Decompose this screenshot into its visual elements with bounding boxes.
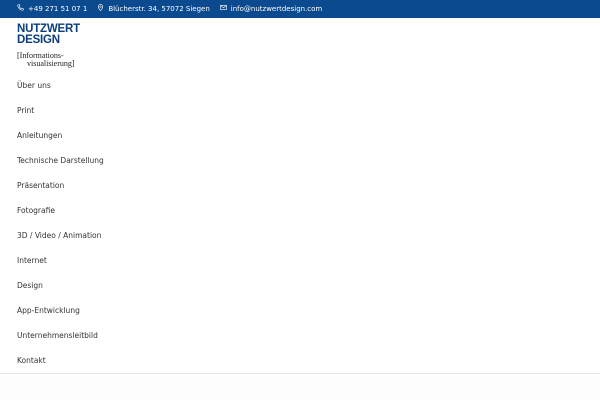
email-contact[interactable]: info@nutzwertdesign.com xyxy=(220,0,322,18)
main-navigation-menu: Über uns Print Anleitungen Technische Da… xyxy=(0,73,600,373)
mail-icon xyxy=(220,0,231,18)
menu-item-3d-video-animation[interactable]: 3D / Video / Animation xyxy=(0,223,600,248)
phone-number: +49 271 51 07 1 xyxy=(28,5,88,13)
top-contact-bar: +49 271 51 07 1 Blücherstr. 34, 57072 Si… xyxy=(0,0,600,18)
menu-item-kontakt[interactable]: Kontakt xyxy=(0,348,600,373)
menu-item-unternehmensleitbild[interactable]: Unternehmensleitbild xyxy=(0,323,600,348)
site-logo[interactable]: NUTZWERT DESIGN [Informations- visualisi… xyxy=(17,23,87,68)
menu-item-internet[interactable]: Internet xyxy=(0,248,600,273)
phone-icon xyxy=(17,0,28,18)
menu-item-technische-darstellung[interactable]: Technische Darstellung xyxy=(0,148,600,173)
menu-item-print[interactable]: Print xyxy=(0,98,600,123)
menu-item-design[interactable]: Design xyxy=(0,273,600,298)
logo-line-2: DESIGN xyxy=(17,34,60,46)
address-contact[interactable]: Blücherstr. 34, 57072 Siegen xyxy=(97,0,210,18)
menu-item-fotografie[interactable]: Fotografie xyxy=(0,198,600,223)
map-pin-icon xyxy=(97,0,108,18)
logo-subtitle-line-2: visualisierung] xyxy=(27,59,75,68)
menu-item-anleitungen[interactable]: Anleitungen xyxy=(0,123,600,148)
menu-item-app-entwicklung[interactable]: App-Entwicklung xyxy=(0,298,600,323)
logo-subtitle: [Informations- visualisierung] xyxy=(17,52,75,68)
email-address: info@nutzwertdesign.com xyxy=(230,5,323,13)
menu-item-ueber-uns[interactable]: Über uns xyxy=(0,73,600,98)
menu-item-praesentation[interactable]: Präsentation xyxy=(0,173,600,198)
page-bottom-area xyxy=(0,374,600,400)
phone-contact[interactable]: +49 271 51 07 1 xyxy=(17,0,87,18)
address-text: Blücherstr. 34, 57072 Siegen xyxy=(108,5,210,13)
